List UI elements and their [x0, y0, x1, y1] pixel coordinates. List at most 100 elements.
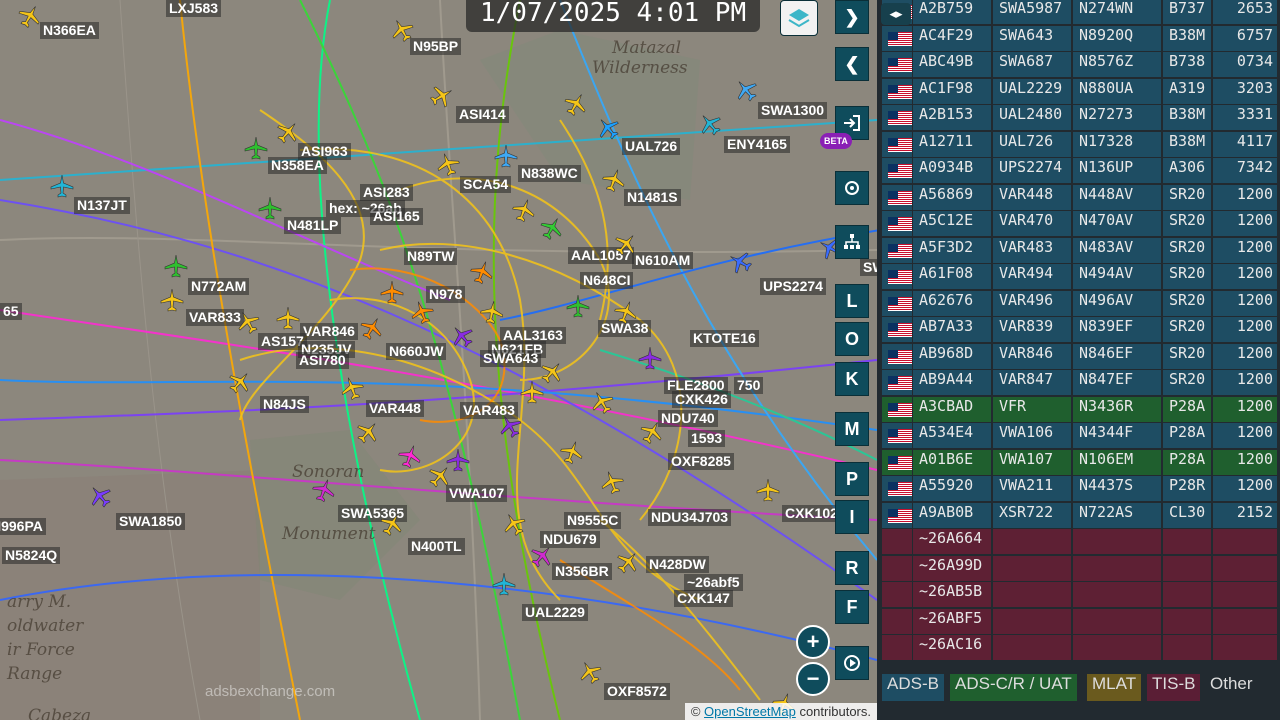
table-row[interactable]: A12711 UAL726 N17328 B38M 4117 [877, 131, 1280, 158]
toggle-m-button[interactable]: M [835, 412, 869, 446]
aircraft-icon[interactable] [756, 478, 780, 502]
table-row[interactable]: AB9A44 VAR847 N847EF SR20 1200 [877, 370, 1280, 396]
aircraft-label[interactable]: N89TW [404, 248, 458, 265]
aircraft-label[interactable]: SW [860, 259, 877, 276]
settings-button[interactable] [835, 171, 869, 205]
aircraft-label[interactable]: UAL2229 [522, 604, 588, 621]
aircraft-label[interactable]: SWA1300 [758, 102, 828, 119]
table-row[interactable]: A5C12E VAR470 N470AV SR20 1200 [877, 211, 1280, 237]
aircraft-icon[interactable] [492, 572, 516, 596]
toggle-i-button[interactable]: I [835, 500, 869, 534]
aircraft-label[interactable]: VWA107 [446, 485, 508, 502]
aircraft-label[interactable]: CXK147 [674, 590, 733, 607]
aircraft-label[interactable]: ASI165 [370, 208, 423, 225]
aircraft-label[interactable]: CXK426 [672, 391, 731, 408]
aircraft-label[interactable]: N428DW [646, 556, 709, 573]
table-row[interactable]: A2B153 UAL2480 N27273 B38M 3331 [877, 105, 1280, 131]
aircraft-icon[interactable] [478, 298, 506, 326]
next-button[interactable]: ❯ [835, 0, 869, 34]
aircraft-label[interactable]: N366EA [40, 22, 99, 39]
aircraft-label[interactable]: N660JW [386, 343, 447, 360]
aircraft-label[interactable]: N358EA [268, 157, 327, 174]
aircraft-label[interactable]: SCA54 [460, 176, 512, 193]
aircraft-icon[interactable] [276, 306, 300, 330]
aircraft-label[interactable]: VAR448 [366, 400, 424, 417]
aircraft-label[interactable]: 65 [0, 303, 22, 320]
aircraft-icon[interactable] [50, 174, 74, 198]
layers-button[interactable] [780, 0, 818, 36]
table-row[interactable]: A56869 VAR448 N448AV SR20 1200 [877, 184, 1280, 211]
aircraft-label[interactable]: LXJ583 [166, 0, 222, 17]
aircraft-label[interactable]: SWA643 [480, 350, 542, 367]
table-row[interactable]: A534E4 VWA106 N4344F P28A 1200 [877, 423, 1280, 449]
table-row[interactable]: A62676 VAR496 N496AV SR20 1200 [877, 290, 1280, 317]
aircraft-label[interactable]: N137JT [74, 197, 130, 214]
aircraft-label[interactable]: N772AM [188, 278, 250, 295]
aircraft-label[interactable]: N356BR [552, 563, 612, 580]
aircraft-label[interactable]: N610AM [632, 252, 694, 269]
aircraft-label[interactable]: SWA1850 [116, 513, 186, 530]
aircraft-label[interactable]: ASI283 [360, 184, 413, 201]
aircraft-label[interactable]: ENY4165 [724, 136, 790, 153]
table-row[interactable]: ~26AB5B [877, 582, 1280, 608]
table-row[interactable]: A55920 VWA211 N4437S P28R 1200 [877, 476, 1280, 502]
aircraft-icon[interactable] [160, 288, 184, 312]
table-row[interactable]: A61F08 VAR494 N494AV SR20 1200 [877, 264, 1280, 290]
map-view[interactable]: 1/07/2025 4:01 PM Matazal Wilderness Sonor… [0, 0, 877, 720]
aircraft-label[interactable]: NDU740 [658, 410, 718, 427]
aircraft-label[interactable]: ASI414 [456, 106, 509, 123]
table-row[interactable]: ABC49B SWA687 N8576Z B738 0734 [877, 52, 1280, 78]
aircraft-label[interactable]: OXF8572 [604, 683, 670, 700]
aircraft-icon[interactable] [380, 280, 404, 304]
aircraft-label[interactable]: N838WC [518, 165, 581, 182]
table-row[interactable]: ~26ABF5 [877, 608, 1280, 635]
aircraft-label[interactable]: UPS2274 [760, 278, 826, 295]
aircraft-label[interactable]: NDU34J703 [648, 509, 732, 526]
table-row[interactable]: A01B6E VWA107 N106EM P28A 1200 [877, 449, 1280, 476]
toggle-r-button[interactable]: R [835, 551, 869, 585]
table-row[interactable]: A5F3D2 VAR483 N483AV SR20 1200 [877, 237, 1280, 264]
aircraft-icon[interactable] [244, 136, 268, 160]
aircraft-label[interactable]: VAR846 [300, 323, 358, 340]
aircraft-icon[interactable] [520, 380, 544, 404]
openstreetmap-link[interactable]: OpenStreetMap [704, 704, 796, 719]
aircraft-label[interactable]: N9555C [564, 512, 622, 529]
toggle-o-button[interactable]: O [835, 322, 869, 356]
aircraft-label[interactable]: N400TL [408, 538, 465, 555]
toggle-l-button[interactable]: L [835, 284, 869, 318]
aircraft-label[interactable]: 1593 [688, 430, 726, 447]
toggle-p-button[interactable]: P [835, 462, 869, 496]
filter-button[interactable] [835, 225, 869, 259]
aircraft-label[interactable]: N648CI [580, 272, 634, 289]
aircraft-label[interactable]: N84JS [260, 396, 309, 413]
aircraft-label[interactable]: N978 [426, 286, 466, 303]
aircraft-icon[interactable] [258, 196, 282, 220]
zoom-in-button[interactable]: + [796, 625, 830, 659]
aircraft-icon[interactable] [566, 294, 590, 318]
table-row[interactable]: A3CBAD VFR N3436R P28A 1200 [877, 396, 1280, 423]
aircraft-label[interactable]: OXF8285 [668, 453, 734, 470]
replay-button[interactable] [835, 646, 869, 680]
aircraft-icon[interactable] [494, 144, 518, 168]
table-row[interactable]: AC4F29 SWA643 N8920Q B38M 6757 [877, 25, 1280, 52]
aircraft-label[interactable]: CXK102 [782, 505, 841, 522]
aircraft-label[interactable]: N5824Q [2, 547, 61, 564]
toggle-f-button[interactable]: F [835, 590, 869, 624]
toggle-k-button[interactable]: K [835, 362, 869, 396]
table-row[interactable]: ~26A664 [877, 529, 1280, 555]
table-row[interactable]: ~26A99D [877, 555, 1280, 582]
expand-table-button[interactable]: ◂▸ [881, 3, 911, 25]
table-row[interactable]: ~26AC16 [877, 635, 1280, 661]
aircraft-icon[interactable] [638, 346, 662, 370]
aircraft-label[interactable]: N1481S [624, 189, 681, 206]
table-row[interactable]: A9AB0B XSR722 N722AS CL30 2152 [877, 502, 1280, 529]
aircraft-label[interactable]: KTOTE16 [690, 330, 759, 347]
aircraft-label[interactable]: N996PA [0, 518, 46, 535]
aircraft-label[interactable]: ~26abf5 [684, 574, 743, 591]
aircraft-label[interactable]: AAL3163 [500, 327, 566, 344]
aircraft-label[interactable]: 750 [734, 377, 764, 394]
table-row[interactable]: AC1F98 UAL2229 N880UA A319 3203 [877, 78, 1280, 105]
aircraft-label[interactable]: N95BP [410, 38, 462, 55]
table-row[interactable]: A0934B UPS2274 N136UP A306 7342 [877, 158, 1280, 184]
aircraft-label[interactable]: UAL726 [622, 138, 681, 155]
